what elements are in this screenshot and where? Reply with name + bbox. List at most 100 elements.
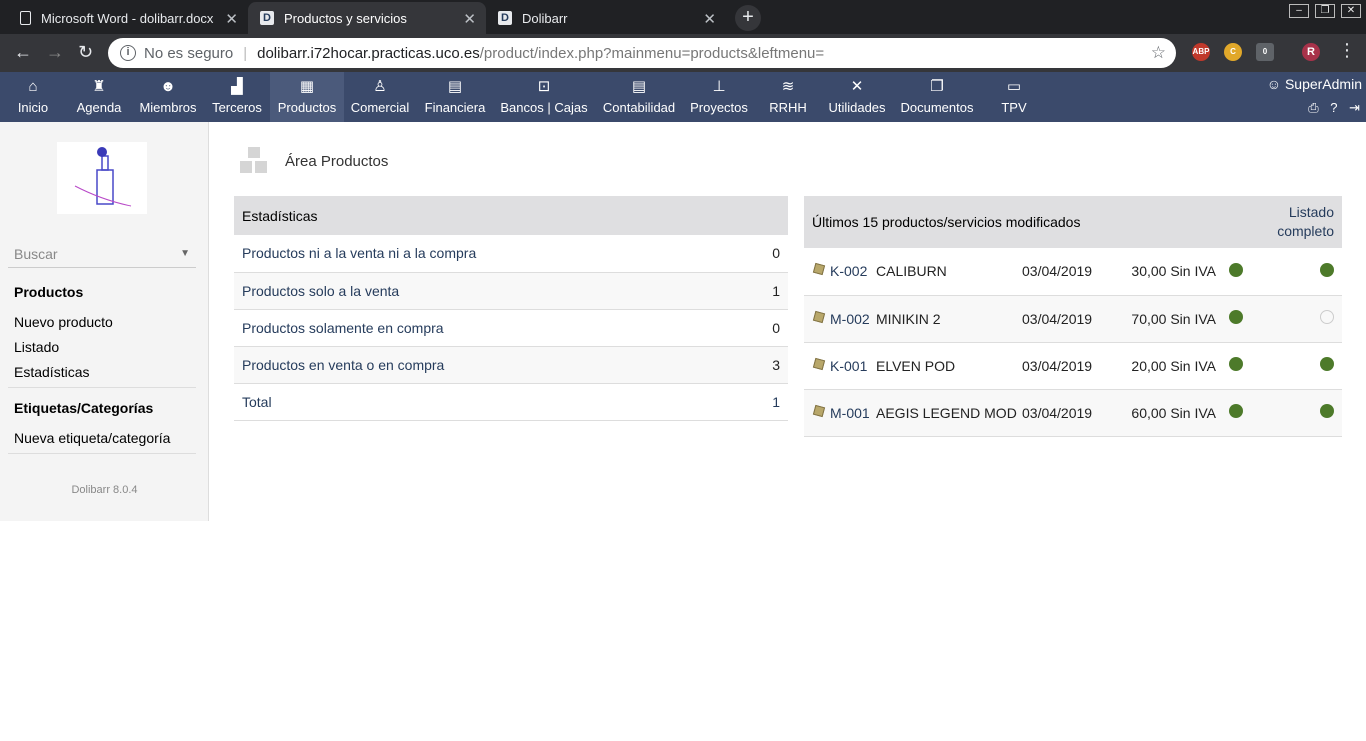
close-icon[interactable]: ✕	[463, 10, 476, 28]
table-row[interactable]: Productos en venta o en compra 3	[234, 346, 788, 384]
stat-label[interactable]: Productos solo a la venta	[234, 272, 740, 310]
sidebar-heading-productos[interactable]: Productos	[14, 284, 83, 300]
menu-label: TPV	[1001, 100, 1027, 115]
status-on-icon	[1229, 357, 1243, 371]
tab-title: Productos y servicios	[284, 10, 407, 26]
sidebar-item-nueva-etiqueta[interactable]: Nueva etiqueta/categoría	[14, 430, 170, 446]
tab-title: Dolibarr	[522, 10, 568, 26]
top-tools: ⎙ ? ⇥	[1300, 100, 1360, 116]
back-arrow-icon[interactable]: ←	[14, 42, 32, 63]
stat-label[interactable]: Productos ni a la venta ni a la compra	[234, 235, 740, 273]
table-header: Últimos 15 productos/servicios modificad…	[804, 196, 1256, 248]
user-menu[interactable]: ☺ SuperAdmin	[1267, 76, 1362, 92]
sidebar-item-nuevo-producto[interactable]: Nuevo producto	[14, 314, 113, 330]
product-price: 30,00 Sin IVA	[1122, 248, 1216, 296]
projects-icon: ⊥	[712, 78, 726, 95]
menu-item-rrhh[interactable]: ≋ RRHH	[762, 72, 814, 122]
menu-item-terceros[interactable]: ▟ Terceros	[206, 72, 268, 122]
close-icon[interactable]: ✕	[703, 10, 716, 28]
product-label: MINIKIN 2	[876, 295, 1022, 343]
product-date: 03/04/2019	[1022, 389, 1122, 437]
product-price: 70,00 Sin IVA	[1122, 295, 1216, 343]
product-ref-link[interactable]: K-002	[804, 248, 876, 296]
browser-menu-icon[interactable]: ⋮	[1338, 40, 1356, 61]
menu-label: Financiera	[424, 100, 486, 115]
statistics-table: Estadísticas Productos ni a la venta ni …	[234, 196, 788, 421]
version-label: Dolibarr 8.0.4	[71, 484, 138, 496]
forward-arrow-icon[interactable]: →	[46, 42, 64, 63]
adblock-extension-icon[interactable]: ABP	[1192, 43, 1210, 61]
menu-item-proyectos[interactable]: ⊥ Proyectos	[686, 72, 752, 122]
stat-label[interactable]: Productos solamente en compra	[234, 309, 740, 347]
search-select[interactable]: Buscar ▼	[8, 240, 196, 268]
table-row: K-001 ELVEN POD 03/04/2019 20,00 Sin IVA	[804, 342, 1342, 390]
menu-item-agenda[interactable]: ♜ Agenda	[70, 72, 128, 122]
menu-item-productos[interactable]: ▦ Productos	[270, 72, 344, 122]
stat-label[interactable]: Productos en venta o en compra	[234, 346, 740, 384]
status-on-sale	[1216, 342, 1256, 390]
sidebar-heading-etiquetas[interactable]: Etiquetas/Categorías	[14, 400, 153, 416]
menu-label: Productos	[277, 100, 337, 115]
menu-item-contabilidad[interactable]: ▤ Contabilidad	[598, 72, 680, 122]
logout-icon[interactable]: ⇥	[1349, 100, 1360, 115]
company-logo	[57, 142, 147, 214]
browser-tab-productos[interactable]: D Productos y servicios ✕	[248, 2, 486, 34]
coupon-extension-icon[interactable]: C	[1224, 43, 1242, 61]
address-bar[interactable]: i No es seguro | dolibarr.i72hocar.pract…	[108, 38, 1176, 68]
commercial-icon: ♙	[373, 78, 387, 95]
extension-badge-icon[interactable]: 0	[1256, 43, 1274, 61]
status-on-icon	[1229, 262, 1243, 277]
sidebar-item-listado[interactable]: Listado	[14, 339, 59, 355]
info-icon[interactable]: i	[120, 45, 136, 61]
menu-item-inicio[interactable]: ⌂ Inicio	[8, 72, 58, 122]
product-label: ELVEN POD	[876, 342, 1022, 390]
latest-products-table: Últimos 15 productos/servicios modificad…	[804, 196, 1342, 437]
page-title-text: Área Productos	[285, 152, 389, 170]
table-row-total: Total 1	[234, 383, 788, 421]
url-path: /product/index.php?mainmenu=products&lef…	[479, 44, 825, 62]
reload-icon[interactable]: ↻	[78, 42, 93, 63]
browser-tab-dolibarr[interactable]: D Dolibarr ✕	[486, 2, 726, 34]
restore-window-button[interactable]: ❐	[1315, 4, 1335, 18]
bookmark-star-icon[interactable]: ☆	[1151, 43, 1166, 63]
menu-item-tpv[interactable]: ▭ TPV	[994, 72, 1034, 122]
close-icon[interactable]: ✕	[225, 10, 238, 28]
menu-item-utilidades[interactable]: ✕ Utilidades	[824, 72, 890, 122]
status-on-buy	[1256, 248, 1342, 296]
menu-item-bancos[interactable]: ⊡ Bancos | Cajas	[496, 72, 592, 122]
product-ref: M-002	[830, 310, 870, 327]
close-window-button[interactable]: ✕	[1341, 4, 1361, 18]
menu-label: Agenda	[76, 100, 122, 115]
full-list-link[interactable]: Listado completo	[1256, 196, 1342, 248]
product-ref: M-001	[830, 404, 870, 421]
status-on-buy	[1256, 389, 1342, 437]
product-ref-link[interactable]: K-001	[804, 342, 876, 390]
help-icon[interactable]: ?	[1330, 100, 1337, 115]
table-row[interactable]: Productos solo a la venta 1	[234, 272, 788, 310]
print-icon[interactable]: ⎙	[1308, 100, 1318, 115]
table-row[interactable]: Productos solamente en compra 0	[234, 309, 788, 347]
browser-tab-word[interactable]: Microsoft Word - dolibarr.docx ✕	[8, 2, 248, 34]
product-ref-link[interactable]: M-001	[804, 389, 876, 437]
status-on-buy	[1256, 342, 1342, 390]
table-row[interactable]: Productos ni a la venta ni a la compra 0	[234, 235, 788, 273]
divider: |	[243, 44, 248, 62]
product-price: 20,00 Sin IVA	[1122, 342, 1216, 390]
product-ref: K-001	[830, 357, 868, 374]
new-tab-button[interactable]: +	[735, 5, 761, 31]
menu-item-documentos[interactable]: ❐ Documentos	[896, 72, 978, 122]
stat-value: 1	[739, 383, 788, 421]
user-name: SuperAdmin	[1284, 76, 1362, 92]
product-icon	[812, 404, 826, 417]
product-ref-link[interactable]: M-002	[804, 295, 876, 343]
table-row: M-002 MINIKIN 2 03/04/2019 70,00 Sin IVA	[804, 295, 1342, 343]
menu-item-financiera[interactable]: ▤ Financiera	[420, 72, 490, 122]
minimize-window-button[interactable]: –	[1289, 4, 1309, 18]
menu-item-comercial[interactable]: ♙ Comercial	[346, 72, 414, 122]
sidebar-item-estadisticas[interactable]: Estadísticas	[14, 364, 89, 380]
stat-value: 3	[739, 346, 788, 384]
menu-item-miembros[interactable]: ☻ Miembros	[134, 72, 202, 122]
menu-label: Contabilidad	[602, 100, 676, 115]
status-on-sale	[1216, 295, 1256, 343]
profile-avatar[interactable]: R	[1302, 43, 1320, 61]
